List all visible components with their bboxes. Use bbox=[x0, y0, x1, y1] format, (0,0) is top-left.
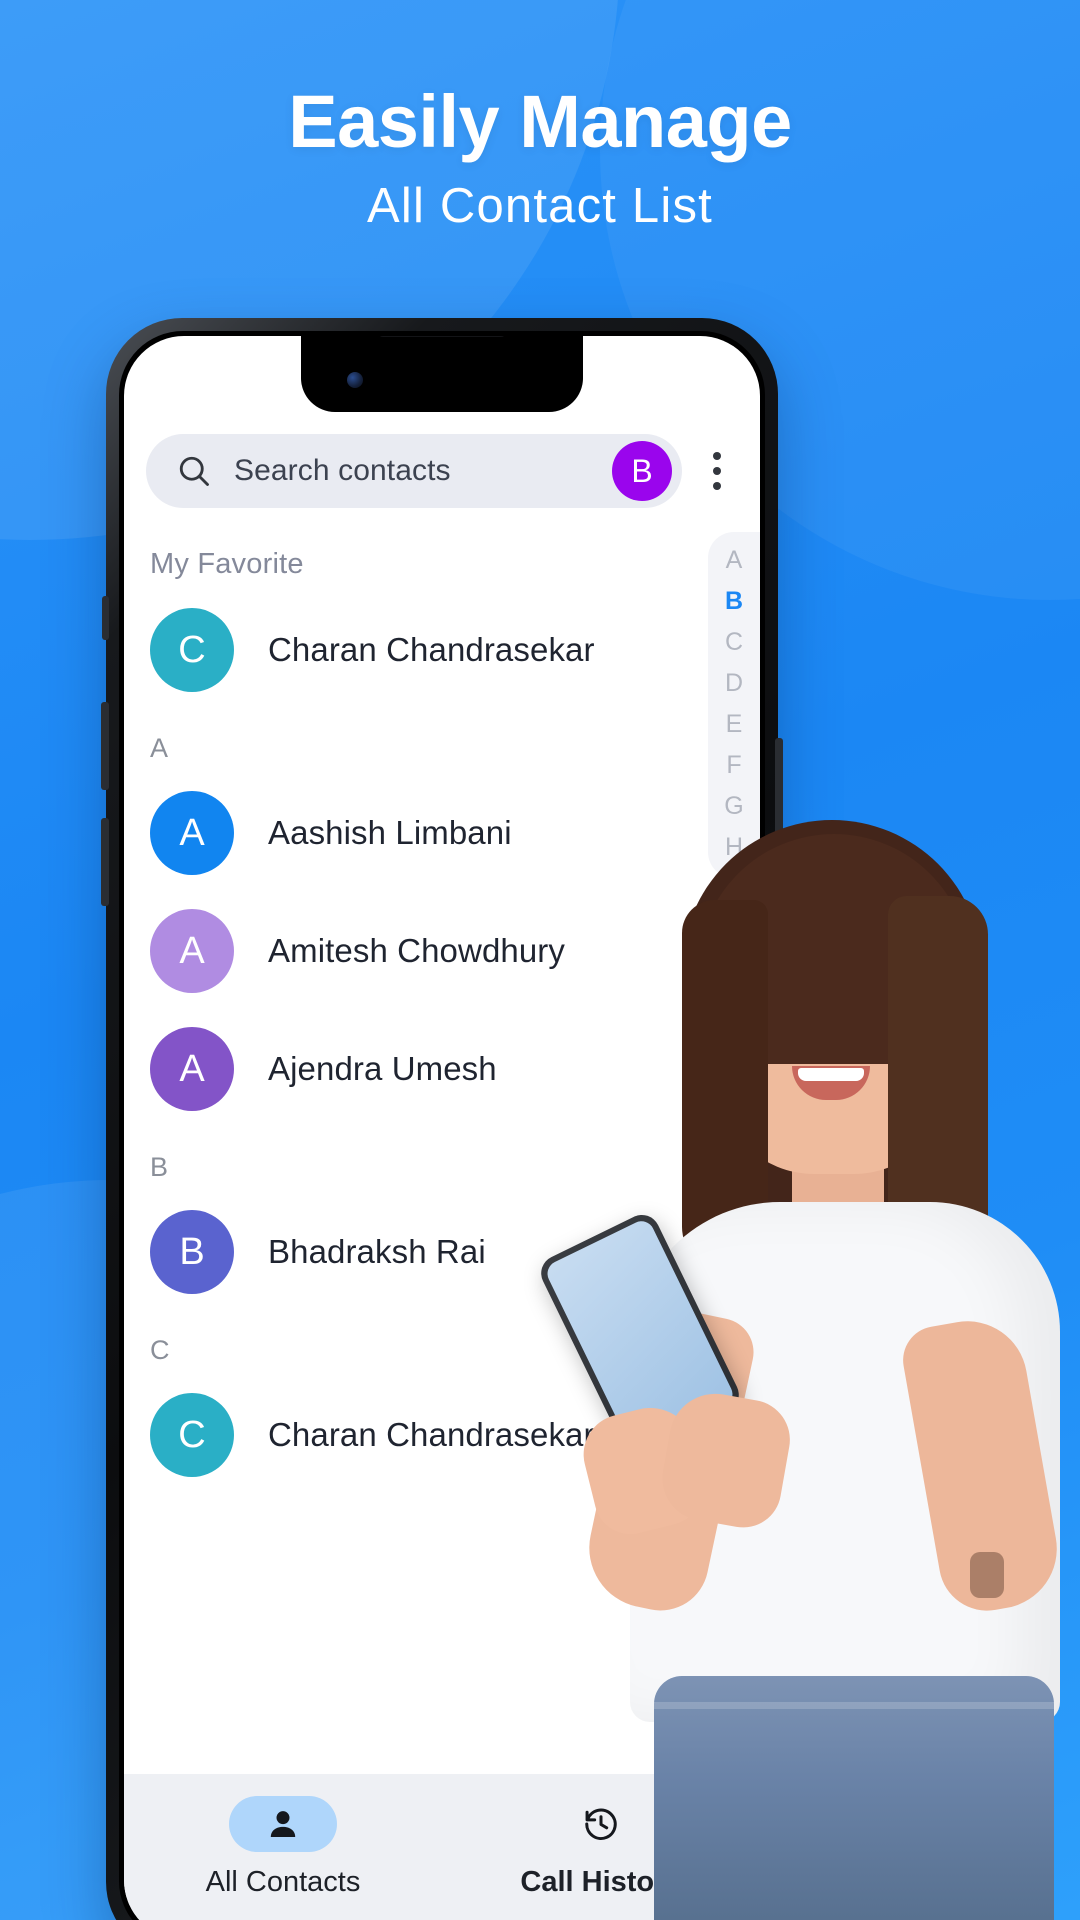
alpha-index-f[interactable]: F bbox=[708, 753, 760, 778]
contact-name: Amitesh Chowdhury bbox=[268, 932, 565, 969]
section-header: B bbox=[150, 1152, 169, 1182]
person-icon bbox=[229, 1796, 337, 1852]
alpha-index-c[interactable]: C bbox=[708, 630, 760, 655]
phone-notch bbox=[301, 336, 583, 412]
alpha-index-b[interactable]: B bbox=[708, 589, 760, 614]
more-vertical-icon[interactable] bbox=[690, 439, 744, 503]
nav-item-call-history[interactable]: Call History bbox=[442, 1796, 760, 1899]
kebab-dot bbox=[713, 482, 721, 490]
contact-row[interactable]: B Bhadraksh Rai bbox=[124, 1193, 760, 1311]
contacts-list-area[interactable]: My Favorite C Charan Chandrasekar A A Aashish… bbox=[124, 522, 760, 1774]
promo-headline: Easily Manage bbox=[288, 80, 792, 163]
contact-row[interactable]: A Ajendra Umesh bbox=[124, 1010, 760, 1128]
search-bar[interactable]: Search contacts B bbox=[146, 434, 682, 508]
front-camera-icon bbox=[347, 372, 363, 388]
app-topbar: Search contacts B bbox=[124, 412, 760, 522]
promo-subheadline: All Contact List bbox=[366, 179, 713, 234]
phone-mute-switch bbox=[102, 596, 109, 640]
kebab-dot bbox=[713, 467, 721, 475]
contact-name: Charan Chandrasekar bbox=[268, 631, 595, 668]
phone-screen: Search contacts B My Favorite C Charan Cha… bbox=[124, 336, 760, 1920]
contact-row[interactable]: A Aashish Limbani bbox=[124, 774, 760, 892]
alpha-index-a[interactable]: A bbox=[708, 548, 760, 573]
contact-avatar: C bbox=[150, 608, 234, 692]
nav-item-all-contacts[interactable]: All Contacts bbox=[124, 1796, 442, 1899]
section-header: A bbox=[150, 733, 169, 763]
kebab-dot bbox=[713, 452, 721, 460]
contact-avatar: A bbox=[150, 791, 234, 875]
contact-avatar: A bbox=[150, 1027, 234, 1111]
alpha-index-h[interactable]: H bbox=[708, 835, 760, 860]
contact-row[interactable]: A Amitesh Chowdhury bbox=[124, 892, 760, 1010]
phone-volume-up bbox=[101, 702, 109, 790]
contact-name: Bhadraksh Rai bbox=[268, 1233, 486, 1270]
search-icon bbox=[179, 456, 209, 486]
contacts-app: Search contacts B My Favorite C Charan Cha… bbox=[124, 336, 760, 1920]
promo-heading: Easily Manage All Contact List bbox=[0, 84, 1080, 233]
search-input[interactable]: Search contacts bbox=[234, 454, 590, 488]
section-header: C bbox=[150, 1335, 170, 1365]
contact-name: Ajendra Umesh bbox=[268, 1050, 497, 1087]
contact-avatar: C bbox=[150, 1393, 234, 1477]
phone-volume-down bbox=[101, 818, 109, 906]
nav-label: Call History bbox=[520, 1866, 682, 1898]
phone-power-button bbox=[775, 738, 783, 856]
nav-label: All Contacts bbox=[205, 1866, 361, 1898]
phone-bezel: Search contacts B My Favorite C Charan Cha… bbox=[119, 331, 765, 1920]
phone-mockup: Search contacts B My Favorite C Charan Cha… bbox=[101, 318, 783, 1920]
contact-name: Charan Chandrasekar bbox=[268, 1416, 595, 1453]
alpha-index-g[interactable]: G bbox=[708, 794, 760, 819]
alpha-index-e[interactable]: E bbox=[708, 712, 760, 737]
contact-row[interactable]: C Charan Chandrasekar bbox=[124, 591, 760, 709]
section-header: My Favorite bbox=[150, 548, 304, 580]
account-avatar[interactable]: B bbox=[612, 441, 672, 501]
contact-avatar: B bbox=[150, 1210, 234, 1294]
contact-name: Aashish Limbani bbox=[268, 814, 512, 851]
contact-row[interactable]: C Charan Chandrasekar bbox=[124, 1376, 760, 1494]
alpha-index-d[interactable]: D bbox=[708, 671, 760, 696]
earpiece-speaker bbox=[378, 336, 506, 337]
bottom-navigation[interactable]: All Contacts Call History bbox=[124, 1774, 760, 1920]
contacts-list[interactable]: My Favorite C Charan Chandrasekar A A Aashish… bbox=[124, 522, 760, 1774]
history-icon bbox=[547, 1796, 655, 1852]
contact-avatar: A bbox=[150, 909, 234, 993]
alphabet-index[interactable]: ABCDEFGH bbox=[708, 532, 760, 878]
